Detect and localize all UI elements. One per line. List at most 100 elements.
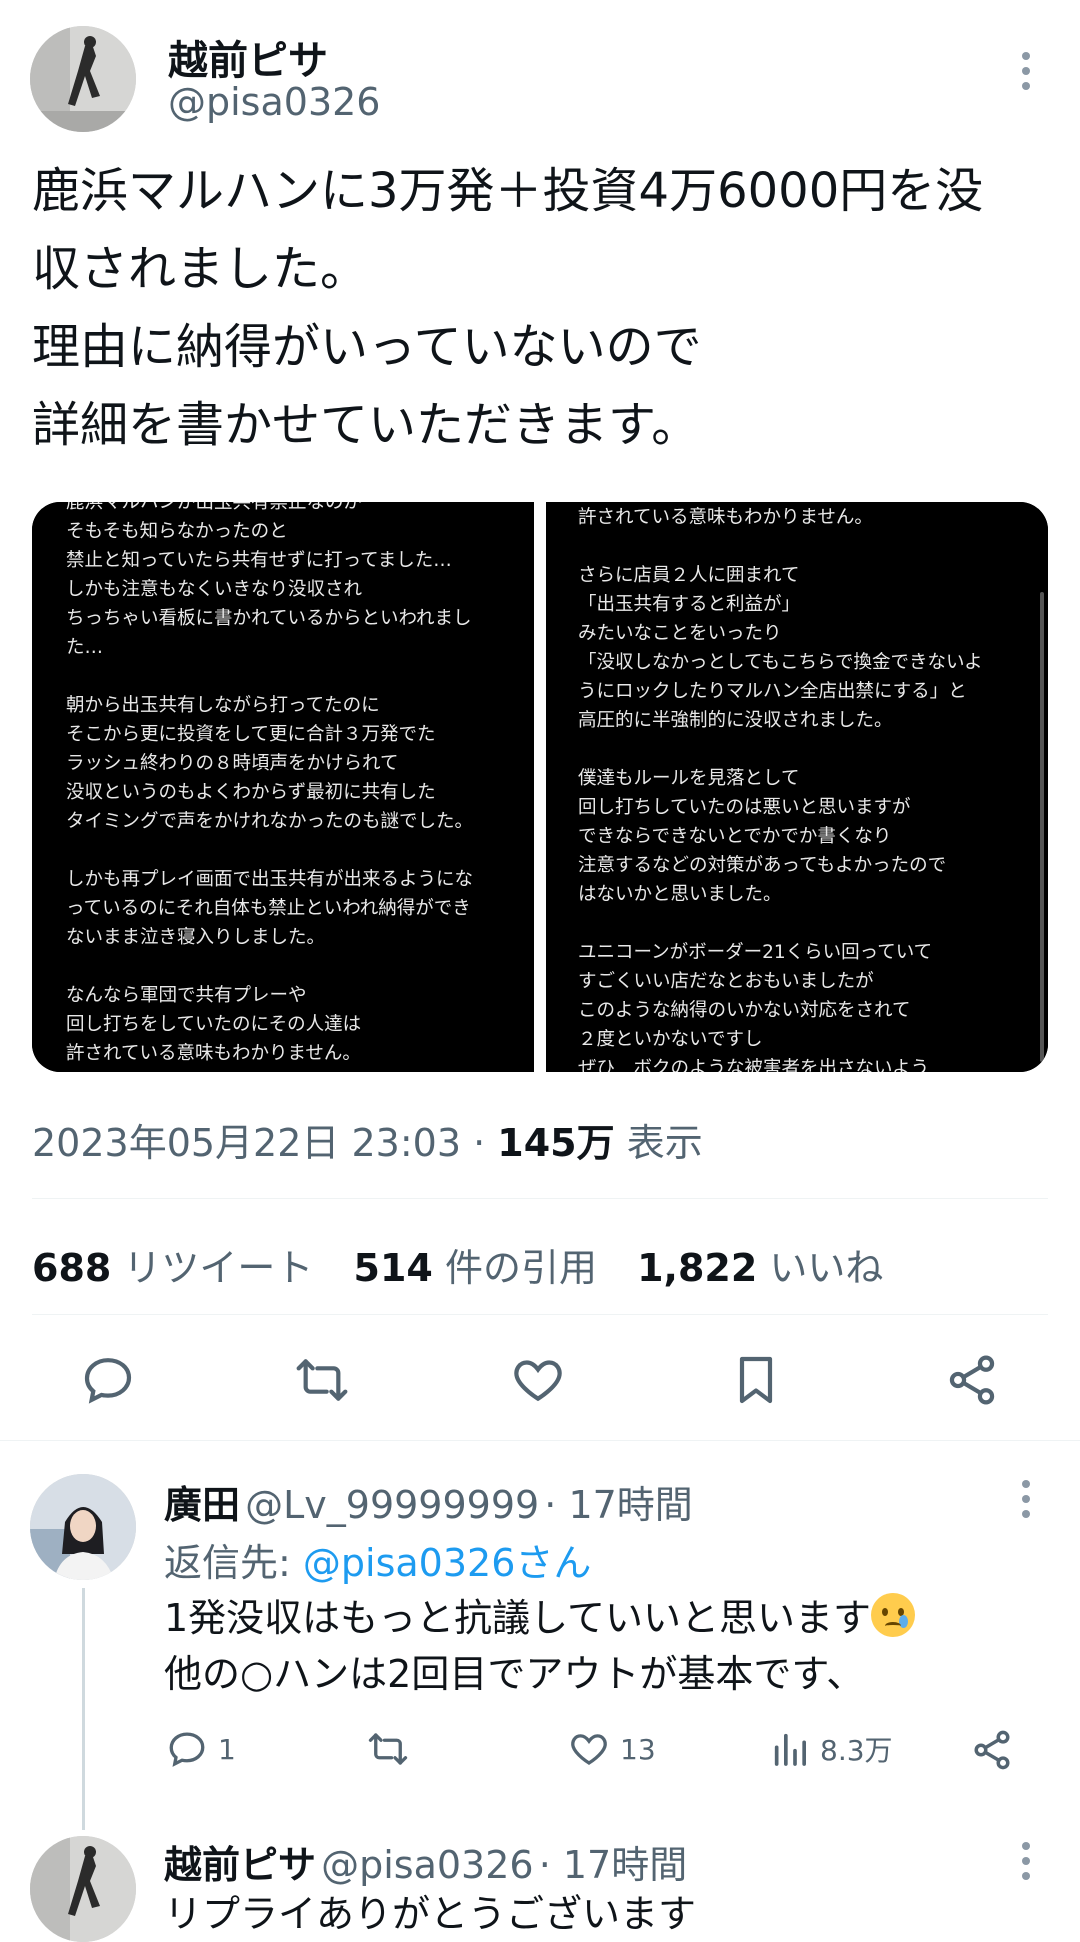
tweet-text-line: 鹿浜マルハンに3万発＋投資4万6000円を没 <box>32 163 984 219</box>
reply-avatar[interactable] <box>30 1474 136 1580</box>
tweet-text-line: 収されました。 <box>32 241 369 297</box>
author-handle[interactable]: @pisa0326 <box>168 80 380 124</box>
views-icon <box>774 1733 806 1766</box>
retweet-icon <box>368 1733 408 1765</box>
image-text-line: 没収というのもよくわからず最初に共有した <box>66 782 436 803</box>
reply-header: 廣田 @Lv_99999999 · 17時間 <box>164 1474 693 1529</box>
meta-separator: · <box>473 1121 486 1165</box>
image-text-line <box>578 735 983 764</box>
image-text-line: 禁止と知っていたら共有せずに打ってました… <box>66 550 452 571</box>
reply-retweet-button[interactable] <box>366 1728 420 1770</box>
reply-text-line: 1発没収はもっと抗議していいと思います <box>164 1596 872 1640</box>
tweet-text-line: 詳細を書かせていただきます。 <box>32 397 700 453</box>
tweet-text: 鹿浜マルハンに3万発＋投資4万6000円を没 収されました。 理由に納得がいって… <box>32 152 1052 464</box>
reply-text-line: 他の○ハンは2回目でアウトが基本です、 <box>164 1652 865 1696</box>
like-icon[interactable] <box>510 1352 566 1408</box>
views-label: 表示 <box>626 1121 703 1165</box>
image-text-line <box>66 836 473 865</box>
reply-icon[interactable] <box>80 1352 136 1408</box>
share-icon <box>974 1730 1010 1770</box>
tweet-text-line: 理由に納得がいっていないので <box>32 319 702 375</box>
view-count: 8.3万 <box>820 1734 893 1767</box>
divider <box>32 1314 1048 1315</box>
image-text-line: 回し打ちをしていたのにその人達は <box>66 1014 362 1035</box>
image-text-line: すごくいい店だなとおもいましたが <box>578 971 874 992</box>
image-text-line: さらに店員２人に囲まれて <box>578 565 800 586</box>
retweets-count: 688 <box>32 1246 112 1290</box>
reply-to-label: 返信先: <box>164 1541 291 1585</box>
reply-count: 1 <box>218 1732 236 1766</box>
image-text-line: はないかと思いました。 <box>578 884 782 905</box>
reply-text: 1発没収はもっと抗議していいと思います 他の○ハンは2回目でアウトが基本です、 <box>164 1590 916 1702</box>
likes-stat[interactable]: 1,822 いいね <box>637 1246 883 1290</box>
image-text-line <box>66 952 473 981</box>
reply-author-name[interactable]: 越前ピサ <box>164 1843 316 1887</box>
retweets-label: リツイート <box>123 1246 314 1290</box>
tweet-meta: 2023年05月22日 23:03 · 145万 表示 <box>32 1112 703 1167</box>
image-text-line: みたいなことをいったり <box>578 623 782 644</box>
divider <box>0 1440 1080 1441</box>
likes-count: 1,822 <box>637 1246 758 1290</box>
image-text-line: ちっちゃい看板に書かれているからといわれまし <box>66 608 472 629</box>
image-text-line <box>578 909 983 938</box>
thread-line <box>82 1588 85 1830</box>
reply-author-name[interactable]: 廣田 <box>164 1483 240 1527</box>
timestamp[interactable]: 2023年05月22日 23:03 <box>32 1121 461 1165</box>
reply-time[interactable]: · 17時間 <box>539 1843 688 1887</box>
image-text-line: ないまま泣き寝入りしました。 <box>66 927 326 948</box>
reply-header: 越前ピサ @pisa0326 · 17時間 <box>164 1834 687 1889</box>
image-text-line: しかも再プレイ画面で出玉共有が出来るようにな <box>66 869 474 890</box>
media-image-2[interactable]: 許されている意味もわかりません。 さらに店員２人に囲まれて 「出玉共有すると利益が… <box>546 502 1048 1072</box>
reply-author-handle[interactable]: @pisa0326 <box>321 1843 533 1887</box>
reply-like-button[interactable]: 13 <box>568 1728 656 1770</box>
image-text-line: ぜひ ボクのような被害者を出さないよう <box>578 1058 930 1072</box>
image-text-line: ラッシュ終わりの８時頃声をかけられて <box>66 753 399 774</box>
image-text-line <box>66 662 473 691</box>
retweet-icon[interactable] <box>294 1352 350 1408</box>
author-avatar[interactable] <box>30 26 136 132</box>
image-text-line: ２度といかないですし <box>578 1029 763 1050</box>
like-icon <box>571 1734 607 1765</box>
share-icon[interactable] <box>944 1352 1000 1408</box>
more-icon[interactable] <box>1016 52 1036 90</box>
image-text-line: 許されている意味もわかりません。 <box>578 507 873 528</box>
tweet-stats: 688 リツイート 514 件の引用 1,822 いいね <box>32 1237 883 1292</box>
image-text-line: タイミングで声をかけれなかったのも謎でした。 <box>66 811 474 832</box>
quotes-count: 514 <box>353 1246 433 1290</box>
reply-reply-button[interactable]: 1 <box>166 1728 236 1770</box>
tweet-media[interactable]: 鹿浜マルハンが出玉共有禁止なのがそもそも知らなかったのと禁止と知っていたら共有せ… <box>32 502 1048 1072</box>
reply-avatar[interactable] <box>30 1836 136 1942</box>
image-text-line: 僕達もルールを見落として <box>578 768 800 789</box>
image-scrollbar <box>1040 592 1044 1062</box>
media-gap <box>534 502 546 1072</box>
image-text-line: っているのにそれ自体も禁止といわれ納得ができ <box>66 898 471 919</box>
like-count: 13 <box>620 1732 656 1766</box>
reply-to: 返信先: @pisa0326さん <box>164 1532 591 1587</box>
retweets-stat[interactable]: 688 リツイート <box>32 1246 313 1290</box>
image-text-line: 鹿浜マルハンが出玉共有禁止なのが <box>66 502 363 513</box>
image-text-line: 「没収しなかっとしてもこちらで換金できないよ <box>578 652 983 673</box>
media-image-1[interactable]: 鹿浜マルハンが出玉共有禁止なのがそもそも知らなかったのと禁止と知っていたら共有せ… <box>32 502 534 1072</box>
crying-emoji <box>871 1593 916 1637</box>
image-text-line: そこから更に投資をして更に合計３万発でた <box>66 724 436 745</box>
reply-views-button[interactable]: 8.3万 <box>770 1728 893 1770</box>
image-2-text: 許されている意味もわかりません。 さらに店員２人に囲まれて 「出玉共有すると利益が… <box>578 503 983 1072</box>
bookmark-icon[interactable] <box>728 1352 784 1408</box>
image-text-line: しかも注意もなくいきなり没収され <box>66 579 363 600</box>
image-text-line: ユニコーンがボーダー21くらい回っていて <box>578 942 933 963</box>
image-text-line: うにロックしたりマルハン全店出禁にする」と <box>578 681 967 702</box>
more-icon[interactable] <box>1016 1842 1036 1880</box>
reply-author-handle[interactable]: @Lv_99999999 <box>245 1483 539 1527</box>
image-text-line: 朝から出玉共有しながら打ってたのに <box>66 695 380 716</box>
quotes-stat[interactable]: 514 件の引用 <box>354 1246 597 1290</box>
reply-icon <box>169 1732 205 1767</box>
views-count: 145万 <box>497 1121 615 1165</box>
reply-to-handle[interactable]: @pisa0326さん <box>303 1541 591 1585</box>
image-text-line: 注意するなどの対策があってもよかったので <box>578 855 947 876</box>
more-icon[interactable] <box>1016 1480 1036 1518</box>
image-text-line: そもそも知らなかったのと <box>66 521 288 542</box>
reply-share-button[interactable] <box>970 1728 1014 1776</box>
reply-time[interactable]: · 17時間 <box>544 1483 693 1527</box>
image-1-text: 鹿浜マルハンが出玉共有禁止なのがそもそも知らなかったのと禁止と知っていたら共有せ… <box>66 502 473 1068</box>
author-name[interactable]: 越前ピサ <box>168 28 328 86</box>
